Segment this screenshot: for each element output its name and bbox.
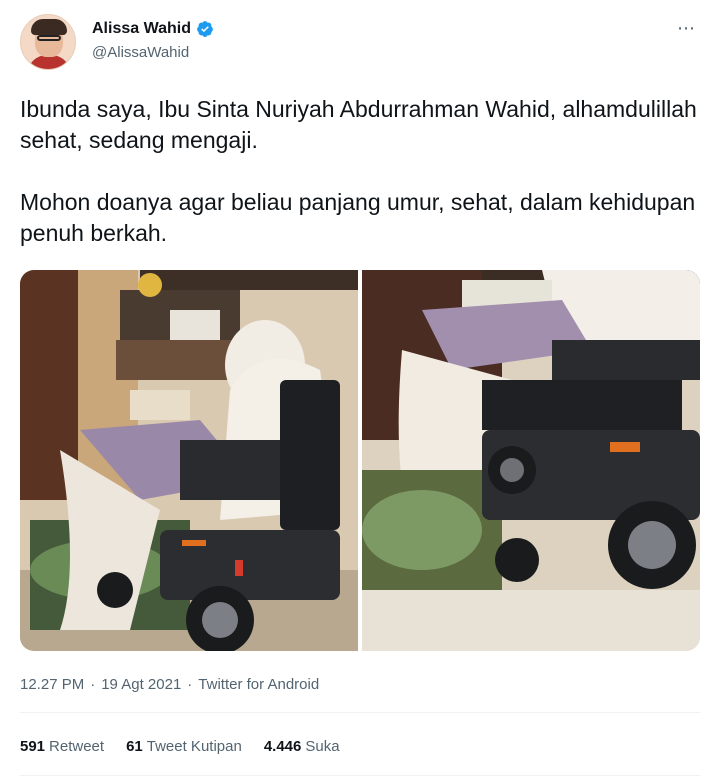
quotes-count: 61 — [126, 738, 143, 755]
retweets-count: 591 — [20, 738, 46, 755]
tweet-source[interactable]: Twitter for Android — [198, 676, 319, 693]
tweet-stats: 591 Retweet 61 Tweet Kutipan 4.446 Suka — [20, 738, 340, 755]
photo-2-image — [362, 270, 700, 651]
divider — [20, 712, 700, 713]
tweet-paragraph: Ibunda saya, Ibu Sinta Nuriyah Abdurrahm… — [20, 96, 697, 153]
photo-1-image — [20, 270, 358, 651]
quotes-stat[interactable]: 61 Tweet Kutipan — [126, 738, 242, 755]
tweet-date[interactable]: 19 Agt 2021 — [101, 676, 181, 693]
tweet-meta: 12.27 PM · 19 Agt 2021 · Twitter for And… — [20, 676, 319, 693]
retweets-label: Retweet — [49, 738, 105, 755]
avatar-glasses — [37, 35, 61, 41]
likes-count: 4.446 — [263, 738, 302, 755]
retweets-stat[interactable]: 591 Retweet — [20, 738, 104, 755]
tweet-text: Ibunda saya, Ibu Sinta Nuriyah Abdurrahm… — [20, 94, 710, 280]
likes-stat[interactable]: 4.446 Suka — [264, 738, 340, 755]
avatar[interactable] — [20, 14, 76, 70]
tweet-header: Alissa Wahid @AlissaWahid ⋯ — [20, 14, 700, 74]
meta-separator: · — [90, 676, 96, 693]
tweet-time[interactable]: 12.27 PM — [20, 676, 84, 693]
divider — [20, 775, 700, 776]
avatar-shirt — [27, 55, 71, 69]
likes-label: Suka — [305, 738, 340, 755]
verified-badge-icon — [197, 21, 213, 37]
author-handle[interactable]: @AlissaWahid — [92, 44, 189, 61]
name-row: Alissa Wahid — [92, 20, 214, 38]
photo-2[interactable] — [362, 270, 700, 651]
tweet-media — [20, 270, 700, 651]
tweet-paragraph: Mohon doanya agar beliau panjang umur, s… — [20, 189, 696, 246]
quotes-label: Tweet Kutipan — [146, 738, 242, 755]
more-options-icon[interactable]: ⋯ — [677, 18, 696, 39]
author-display-name[interactable]: Alissa Wahid — [92, 20, 191, 38]
photo-1[interactable] — [20, 270, 358, 651]
avatar-hair — [31, 19, 67, 35]
meta-separator: · — [187, 676, 193, 693]
